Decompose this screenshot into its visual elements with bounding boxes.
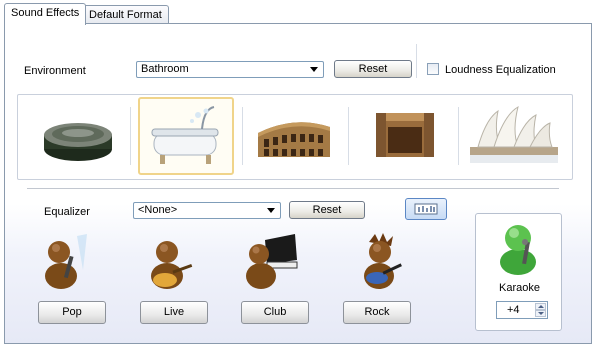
karaoke-label: Karaoke [499,282,540,294]
tab-sound-effects[interactable]: Sound Effects [4,3,87,25]
preset-live-button[interactable]: Live [140,301,208,324]
environment-selected-value: Bathroom [141,63,189,75]
horizontal-divider [27,188,559,189]
rock-guitarist-icon [364,233,402,289]
spinner-down-button[interactable] [535,310,546,317]
chevron-down-icon [538,312,544,315]
environment-label: Environment [24,65,86,77]
preset-stone-disc[interactable] [32,97,124,175]
sound-effects-panel: Environment Bathroom Reset Loudness Equa… [4,23,592,344]
club-pianist-icon [246,234,298,289]
environment-preset-strip [17,94,573,180]
chevron-down-icon [267,208,275,213]
equalizer-selected-value: <None> [138,204,178,216]
tab-default-format-label: Default Format [89,9,162,21]
equalizer-icon [414,203,438,215]
karaoke-level-spinner[interactable]: +4 [496,301,548,319]
opera-house-icon [470,105,558,163]
environment-dropdown[interactable]: Bathroom [136,61,324,78]
equalizer-reset-button[interactable]: Reset [289,201,365,219]
pop-singer-icon [45,234,87,289]
karaoke-level-value: +4 [507,304,520,316]
preset-opera-house[interactable] [464,97,564,175]
vertical-divider [416,44,417,78]
chevron-down-icon [310,67,318,72]
stone-hall-icon [376,113,434,157]
chevron-up-icon [538,305,544,308]
preset-colosseum[interactable] [248,97,340,175]
loudness-equalization-checkbox[interactable] [427,63,439,75]
colosseum-icon [258,122,330,157]
tab-default-format[interactable]: Default Format [82,5,169,24]
equalizer-dropdown[interactable]: <None> [133,202,281,219]
live-guitarist-icon [151,241,193,289]
bathtub-icon [151,106,219,164]
equalizer-settings-button[interactable] [405,198,447,220]
tab-sound-effects-label: Sound Effects [11,7,80,19]
preset-stone-hall[interactable] [358,97,450,175]
preset-pop-button[interactable]: Pop [38,301,106,324]
karaoke-singer-icon [500,225,536,275]
preset-club-button[interactable]: Club [241,301,309,324]
loudness-equalization-label[interactable]: Loudness Equalization [445,64,556,76]
environment-reset-button[interactable]: Reset [334,60,412,78]
spinner-up-button[interactable] [535,303,546,310]
stone-disc-icon [44,123,112,161]
equalizer-label: Equalizer [44,206,90,218]
preset-bathtub[interactable] [138,97,234,175]
karaoke-panel: Karaoke +4 [475,213,562,331]
preset-rock-button[interactable]: Rock [343,301,411,324]
